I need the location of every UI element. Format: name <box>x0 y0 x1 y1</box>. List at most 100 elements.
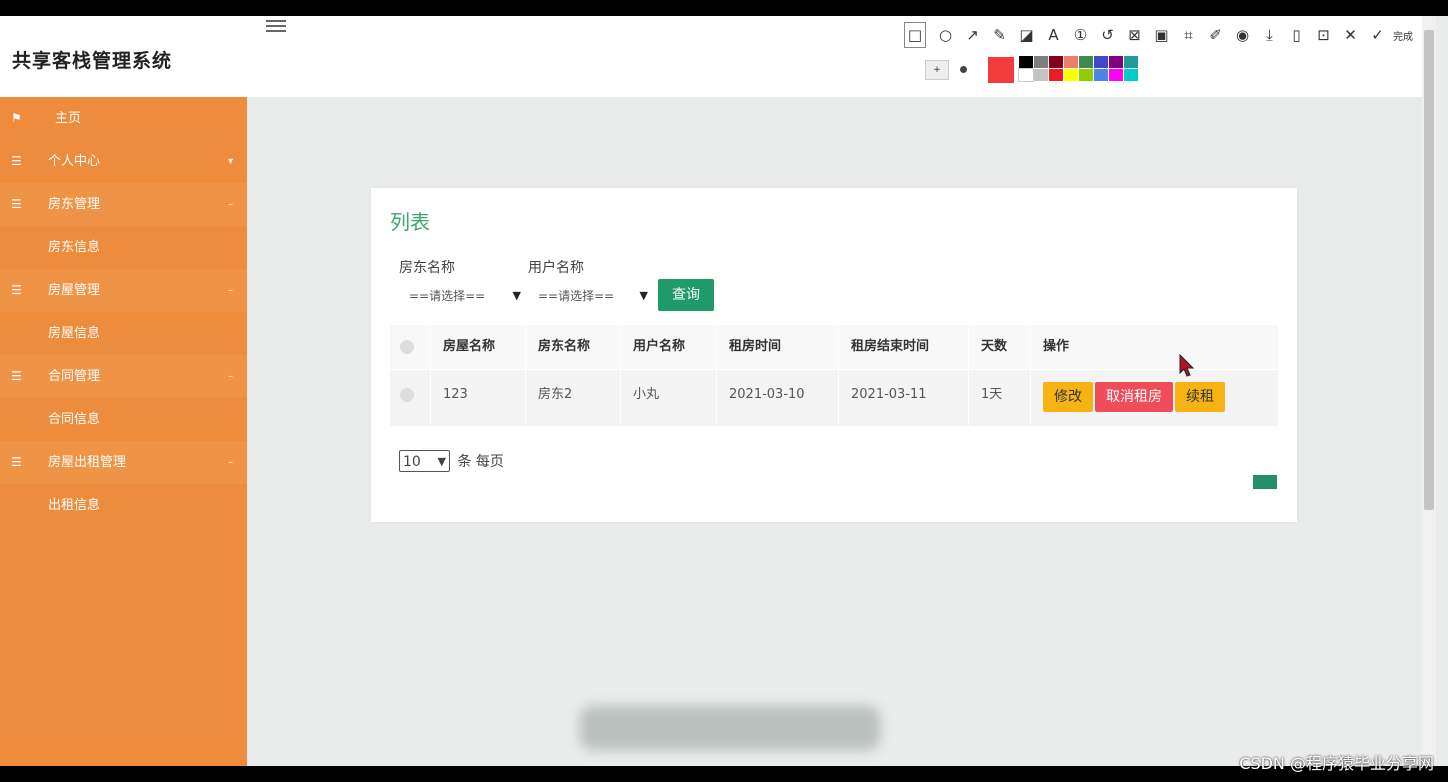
copy-icon[interactable]: ▯ <box>1283 23 1310 47</box>
cell-actions: 修改 取消租房 续租 <box>1031 370 1278 426</box>
screenshot-annotation-toolbar: □ ○ ↗ ✎ ◪ A ① ↺ ⊠ ▣ ⌗ ✐ ◉ ⤓ ▯ ⊡ ✕ ✓ 完成 <box>904 22 1425 48</box>
app-window: 共享客栈管理系统 ⚑ 主页 ☰ 个人中心 ▾ ☰ 房东管理 – 房东信息 ☰ 房… <box>0 16 1448 766</box>
color-swatch[interactable] <box>1109 56 1123 68</box>
watermark: CSDN @程序猿毕业分享网 <box>1239 754 1434 773</box>
row-select-cell <box>390 370 431 426</box>
color-swatch[interactable] <box>1034 56 1048 68</box>
color-swatch[interactable] <box>1109 69 1123 81</box>
arrow-icon[interactable]: ↗ <box>959 23 986 47</box>
chevron-down-icon: ▼ <box>512 289 521 302</box>
column-header: 房屋名称 <box>431 325 526 369</box>
pin-icon[interactable]: ▣ <box>1148 23 1175 47</box>
color-swatch[interactable] <box>1018 68 1034 82</box>
sidebar-item-rental-management[interactable]: ☰ 房屋出租管理 – <box>0 441 247 484</box>
sidebar-item-label: 房东信息 <box>48 240 101 255</box>
ellipse-icon[interactable]: ○ <box>932 23 959 47</box>
landlord-select[interactable]: ==请选择== ▼ <box>409 285 521 307</box>
color-swatch[interactable] <box>1049 69 1063 81</box>
cell-days: 1天 <box>969 370 1031 426</box>
close-icon[interactable]: ✕ <box>1337 23 1364 47</box>
query-button[interactable]: 查询 <box>658 279 714 311</box>
color-swatch[interactable] <box>1064 56 1078 68</box>
list-icon: ☰ <box>11 197 22 211</box>
hamburger-menu-icon[interactable] <box>266 20 286 34</box>
row-checkbox[interactable] <box>400 388 414 402</box>
pencil-icon[interactable]: ✎ <box>986 23 1013 47</box>
pagination-indicator[interactable] <box>1253 475 1277 489</box>
sidebar-item-label: 出租信息 <box>48 498 101 513</box>
sidebar-item-personal-center[interactable]: ☰ 个人中心 ▾ <box>0 140 247 183</box>
text-icon[interactable]: A <box>1040 23 1067 47</box>
user-select[interactable]: ==请选择== ▼ <box>538 285 648 307</box>
column-header: 操作 <box>1043 339 1070 354</box>
brush-dot-icon[interactable] <box>960 66 967 73</box>
page-size-select[interactable]: 10 ▼ <box>399 450 450 472</box>
renew-button[interactable]: 续租 <box>1175 382 1225 412</box>
delete-icon[interactable]: ⊠ <box>1121 23 1148 47</box>
color-palette: + <box>905 55 1145 85</box>
sidebar-item-label: 个人中心 <box>48 154 101 169</box>
blurred-region <box>580 706 880 750</box>
save-icon[interactable]: ⊡ <box>1310 23 1337 47</box>
download-icon[interactable]: ⤓ <box>1256 23 1283 47</box>
mouse-cursor-icon <box>1179 354 1195 377</box>
sidebar-item-landlord-info[interactable]: 房东信息 <box>0 226 247 269</box>
table-row: 123 房东2 小丸 2021-03-10 2021-03-11 1天 修改 取… <box>390 370 1278 426</box>
cell-landlord: 房东2 <box>526 370 621 426</box>
translate-icon[interactable]: ✐ <box>1202 23 1229 47</box>
cell-end-date: 2021-03-11 <box>839 370 969 426</box>
color-swatch[interactable] <box>1019 56 1033 68</box>
card-title: 列表 <box>390 210 430 234</box>
color-swatches <box>1018 56 1153 82</box>
sidebar-item-landlord-management[interactable]: ☰ 房东管理 – <box>0 183 247 226</box>
color-swatch[interactable] <box>1094 69 1108 81</box>
user-select-value: ==请选择== <box>538 289 615 303</box>
cancel-rental-button[interactable]: 取消租房 <box>1095 382 1173 412</box>
rectangle-icon[interactable]: □ <box>904 22 926 48</box>
ocr-icon[interactable]: ⌗ <box>1175 23 1202 47</box>
sidebar-item-rental-info[interactable]: 出租信息 <box>0 484 247 527</box>
flag-icon: ⚑ <box>11 111 22 125</box>
select-all-checkbox[interactable] <box>400 340 414 354</box>
color-swatch[interactable] <box>1064 69 1078 81</box>
list-icon: ☰ <box>11 369 22 383</box>
chevron-up-icon: – <box>228 457 233 468</box>
cell-start-date: 2021-03-10 <box>717 370 839 426</box>
edit-button[interactable]: 修改 <box>1043 382 1093 412</box>
column-header: 用户名称 <box>621 325 717 369</box>
color-swatch[interactable] <box>1079 56 1093 68</box>
sidebar-item-house-info[interactable]: 房屋信息 <box>0 312 247 355</box>
chevron-down-icon: ▾ <box>227 156 233 167</box>
cell-user: 小丸 <box>621 370 717 426</box>
sidebar-item-contract-management[interactable]: ☰ 合同管理 – <box>0 355 247 398</box>
mosaic-icon[interactable]: ◪ <box>1013 23 1040 47</box>
page-size-suffix: 条 每页 <box>457 454 504 470</box>
sidebar-item-house-management[interactable]: ☰ 房屋管理 – <box>0 269 247 312</box>
sidebar-item-home[interactable]: ⚑ 主页 <box>0 97 247 140</box>
current-color-swatch[interactable] <box>988 57 1014 83</box>
sidebar: ⚑ 主页 ☰ 个人中心 ▾ ☰ 房东管理 – 房东信息 ☰ 房屋管理 – 房屋信… <box>0 97 247 766</box>
cell-house-name: 123 <box>431 370 526 426</box>
color-swatch[interactable] <box>1094 56 1108 68</box>
user-filter-label: 用户名称 <box>528 260 584 276</box>
chevron-down-icon: ▼ <box>639 289 648 302</box>
brush-size-selector[interactable]: + <box>925 60 949 80</box>
color-swatch[interactable] <box>1124 69 1138 81</box>
color-swatch[interactable] <box>1049 56 1063 68</box>
sidebar-item-contract-info[interactable]: 合同信息 <box>0 398 247 441</box>
done-label[interactable]: 完成 <box>1393 28 1413 43</box>
color-swatch[interactable] <box>1034 69 1048 81</box>
record-icon[interactable]: ◉ <box>1229 23 1256 47</box>
column-header: 租房时间 <box>717 325 839 369</box>
scrollbar-thumb[interactable] <box>1424 30 1434 510</box>
select-all-cell <box>390 325 431 369</box>
color-swatch[interactable] <box>1124 56 1138 68</box>
undo-icon[interactable]: ↺ <box>1094 23 1121 47</box>
chevron-down-icon: ▼ <box>437 455 446 468</box>
number-icon[interactable]: ① <box>1067 23 1094 47</box>
color-swatch[interactable] <box>1079 69 1093 81</box>
column-header: 天数 <box>969 325 1031 369</box>
list-icon: ☰ <box>11 283 22 297</box>
check-icon[interactable]: ✓ <box>1364 23 1391 47</box>
